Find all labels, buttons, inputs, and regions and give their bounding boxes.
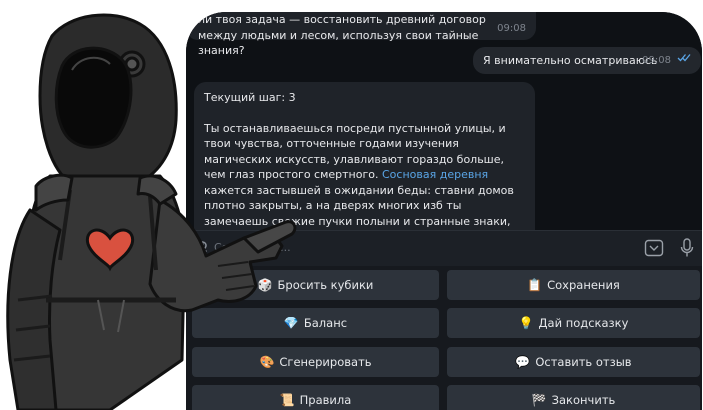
speech-bubble-icon: 💬 — [515, 355, 531, 369]
feedback-button[interactable]: 💬 Оставить отзыв — [447, 347, 700, 377]
light-bulb-icon: 💡 — [518, 316, 534, 330]
saves-button[interactable]: 📋 Сохранения — [447, 270, 700, 300]
location-link[interactable]: Сосновая деревня — [382, 168, 488, 181]
flag-icon: 🏁 — [531, 393, 547, 407]
screenshot: ли твоя задача — восстановить древний до… — [0, 0, 703, 410]
outgoing-message: Я внимательно осматриваюсь 09:08 — [473, 47, 701, 74]
finish-button[interactable]: 🏁 Закончить — [447, 385, 700, 410]
astronaut-illustration — [6, 13, 297, 410]
message-time: 09:08 — [642, 54, 671, 66]
keyboard-icon[interactable] — [644, 239, 664, 261]
hint-button[interactable]: 💡 Дай подсказку — [447, 308, 700, 338]
double-check-icon — [677, 51, 691, 67]
clipboard-icon: 📋 — [527, 278, 543, 292]
message-text: Я внимательно осматриваюсь — [483, 54, 658, 67]
microphone-icon[interactable] — [680, 238, 694, 262]
message-time: 09:08 — [497, 22, 526, 34]
